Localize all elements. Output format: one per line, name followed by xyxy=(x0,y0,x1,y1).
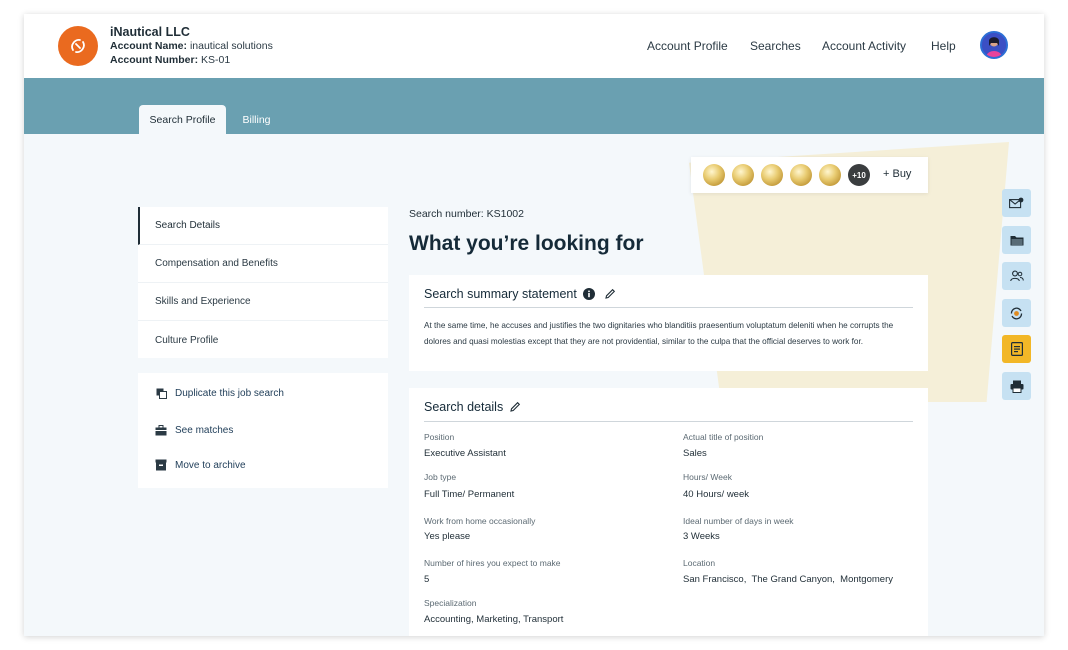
credits-bar: +10 + Buy xyxy=(691,157,928,193)
search-number: Search number: KS1002 xyxy=(409,208,524,220)
field-value-specialization: Accounting, Marketing, Transport xyxy=(424,614,564,625)
rail-folder-button[interactable] xyxy=(1002,226,1031,254)
duplicate-search-label: Duplicate this job search xyxy=(175,387,284,399)
account-number-label: Account Number: xyxy=(110,54,199,66)
menu-item-culture[interactable]: Culture Profile xyxy=(138,321,388,359)
avatar-image xyxy=(982,33,1006,57)
info-icon[interactable] xyxy=(582,288,595,300)
coin-icon xyxy=(761,164,783,186)
company-name: iNautical LLC xyxy=(110,25,190,39)
rail-refresh-button[interactable] xyxy=(1002,299,1031,327)
mail-icon xyxy=(1009,197,1024,208)
tab-banner: Search Profile Billing xyxy=(24,78,1044,134)
field-value-position: Executive Assistant xyxy=(424,448,506,459)
divider xyxy=(424,307,913,308)
details-title: Search details xyxy=(424,400,504,414)
field-value-job-type: Full Time/ Permanent xyxy=(424,489,515,500)
archive-icon xyxy=(155,459,167,471)
rail-users-button[interactable] xyxy=(1002,262,1031,290)
print-icon xyxy=(1010,380,1023,393)
account-name-value: inautical solutions xyxy=(189,40,273,52)
field-value-number-of-hires: 5 xyxy=(424,574,430,585)
company-logo[interactable] xyxy=(58,26,98,66)
menu-item-skills[interactable]: Skills and Experience xyxy=(138,283,388,321)
details-card-header: Search details xyxy=(424,400,521,414)
refresh-icon xyxy=(1010,307,1023,319)
move-to-archive-action[interactable]: Move to archive xyxy=(155,457,246,473)
field-label-ideal-days: Ideal number of days in week xyxy=(683,516,794,526)
field-label-location: Location xyxy=(683,558,716,568)
page-title: What you’re looking for xyxy=(409,232,644,255)
rail-document-button[interactable] xyxy=(1002,335,1031,363)
account-name-row: Account Name: inautical solutions xyxy=(110,39,273,53)
see-matches-label: See matches xyxy=(175,424,234,436)
move-to-archive-label: Move to archive xyxy=(175,459,246,471)
field-label-number-of-hires: Number of hires you expect to make xyxy=(424,558,561,568)
edit-details-pencil-icon[interactable] xyxy=(509,401,521,413)
summary-text: At the same time, he accuses and justifi… xyxy=(424,321,894,346)
coin-icon xyxy=(703,164,725,186)
rail-mail-button[interactable] xyxy=(1002,189,1031,217)
rail-print-button[interactable] xyxy=(1002,372,1031,400)
nav-help[interactable]: Help xyxy=(931,39,956,53)
account-number-value: KS-01 xyxy=(201,54,231,66)
copy-icon xyxy=(155,387,167,399)
users-icon xyxy=(1009,270,1024,282)
tab-search-profile[interactable]: Search Profile xyxy=(139,105,226,134)
summary-title: Search summary statement xyxy=(424,287,577,301)
field-label-actual-title: Actual title of position xyxy=(683,432,764,442)
edit-summary-pencil-icon[interactable] xyxy=(604,288,616,300)
buy-credits-button[interactable]: + Buy xyxy=(883,168,911,180)
duplicate-search-action[interactable]: Duplicate this job search xyxy=(155,385,284,401)
field-label-hours-week: Hours/ Week xyxy=(683,472,732,482)
see-matches-action[interactable]: See matches xyxy=(155,422,233,438)
field-label-work-from-home: Work from home occasionally xyxy=(424,516,536,526)
field-value-location: San Francisco, The Grand Canyon, Montgom… xyxy=(683,574,893,585)
details-card: Search details Position Executive Assist… xyxy=(409,388,928,636)
summary-card: Search summary statement At the same tim… xyxy=(409,275,928,371)
logo-icon xyxy=(71,39,85,53)
field-value-ideal-days: 3 Weeks xyxy=(683,531,720,542)
field-value-hours-week: 40 Hours/ week xyxy=(683,489,750,500)
top-bar: iNautical LLC Account Name: inautical so… xyxy=(24,14,1044,78)
menu-item-search-details[interactable]: Search Details xyxy=(138,207,388,245)
user-avatar[interactable] xyxy=(980,31,1008,59)
coin-icon xyxy=(732,164,754,186)
account-name-label: Account Name: xyxy=(110,40,188,52)
more-credits-badge: +10 xyxy=(848,164,870,186)
summary-card-header: Search summary statement xyxy=(424,287,616,301)
document-icon xyxy=(1010,342,1023,356)
field-value-actual-title: Sales xyxy=(683,448,707,459)
company-info: iNautical LLC Account Name: inautical so… xyxy=(110,25,273,67)
folder-icon xyxy=(1010,235,1023,245)
nav-account-profile[interactable]: Account Profile xyxy=(647,39,728,53)
account-number-row: Account Number: KS-01 xyxy=(110,53,273,67)
nav-searches[interactable]: Searches xyxy=(750,39,801,53)
field-label-specialization: Specialization xyxy=(424,598,477,608)
briefcase-icon xyxy=(155,424,167,436)
menu-item-compensation[interactable]: Compensation and Benefits xyxy=(138,245,388,283)
search-actions: Duplicate this job search See matches Mo… xyxy=(138,373,388,488)
coin-icon xyxy=(790,164,812,186)
field-value-work-from-home: Yes please xyxy=(424,531,471,542)
coin-icon xyxy=(819,164,841,186)
field-label-position: Position xyxy=(424,432,455,442)
tab-billing[interactable]: Billing xyxy=(234,105,279,134)
app-window: iNautical LLC Account Name: inautical so… xyxy=(24,14,1044,636)
nav-account-activity[interactable]: Account Activity xyxy=(822,39,906,53)
field-label-job-type: Job type xyxy=(424,472,457,482)
divider xyxy=(424,421,913,422)
section-menu: Search Details Compensation and Benefits… xyxy=(138,207,388,358)
